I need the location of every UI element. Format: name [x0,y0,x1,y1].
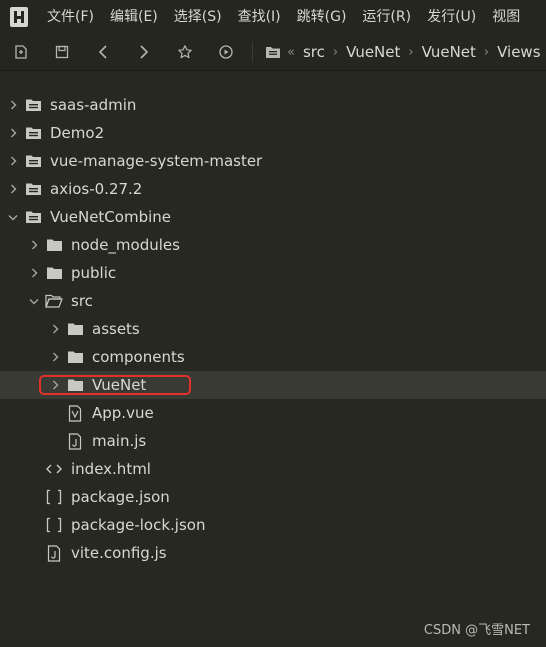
folder-open-icon [45,287,63,315]
menu-view[interactable]: 视图 [484,0,528,34]
folder-icon [45,231,63,259]
tree-item-vue-manage-system-master[interactable]: vue-manage-system-master [0,147,546,175]
breadcrumb-separator: › [483,44,490,60]
folder-icon [45,259,63,287]
folder-icon[interactable] [263,42,283,62]
tree-item-saas-admin[interactable]: saas-admin [0,91,546,119]
menu-run[interactable]: 运行(R) [354,0,419,34]
project-icon [24,175,42,203]
breadcrumb: « src › VueNet › VueNet › Views [263,34,545,70]
chevron-down-icon[interactable] [28,287,40,315]
star-icon[interactable] [164,34,205,70]
tree-item-public[interactable]: public [0,259,546,287]
tree-item-vuenetcombine[interactable]: VueNetCombine [0,203,546,231]
toolbar: « src › VueNet › VueNet › Views [0,34,546,71]
tree-item-app-vue[interactable]: App.vue [0,399,546,427]
tree-item-label: Demo2 [50,124,105,142]
menu-find[interactable]: 查找(I) [230,0,289,34]
tree-item-label: vue-manage-system-master [50,152,263,170]
tree-item-node-modules[interactable]: node_modules [0,231,546,259]
tree-item-label: VueNetCombine [50,208,171,226]
vue-file-icon [66,399,84,427]
tree-item-assets[interactable]: assets [0,315,546,343]
json-file-icon [45,511,63,539]
js-file-icon [45,539,63,567]
tree-item-demo2[interactable]: Demo2 [0,119,546,147]
project-icon [24,147,42,175]
tree-item-label: assets [92,320,140,338]
tree-item-label: public [71,264,117,282]
save-icon[interactable] [41,34,82,70]
tree-item-label: package-lock.json [71,516,206,534]
menu-goto[interactable]: 跳转(G) [289,0,355,34]
chevron-right-icon[interactable] [28,259,40,287]
tree-item-label: components [92,348,185,366]
project-tree: saas-admin Demo2 vue-manage-system-maste… [0,71,546,647]
breadcrumb-separator: « [287,44,295,60]
chevron-right-icon[interactable] [7,91,19,119]
tree-item-vite-config-js[interactable]: vite.config.js [0,539,546,567]
chevron-right-icon[interactable] [7,147,19,175]
breadcrumb-separator: › [408,44,414,60]
html-file-icon [45,455,63,483]
hbuilder-logo-icon [10,7,28,27]
tree-item-label: App.vue [92,404,154,422]
project-icon [24,91,42,119]
breadcrumb-item-src[interactable]: src [303,43,325,61]
js-file-icon [66,427,84,455]
chevron-right-icon[interactable] [7,175,19,203]
json-file-icon [45,483,63,511]
tree-item-package-lock-json[interactable]: package-lock.json [0,511,546,539]
tree-item-src[interactable]: src [0,287,546,315]
toolbar-divider [252,42,253,62]
watermark-text: CSDN @飞雪NET [423,623,530,638]
folder-icon [66,343,84,371]
new-file-icon[interactable] [0,34,41,70]
breadcrumb-item-vuenet-2[interactable]: VueNet [422,43,476,61]
chevron-right-icon[interactable] [28,231,40,259]
editor-window: 文件(F) 编辑(E) 选择(S) 查找(I) 跳转(G) 运行(R) 发行(U… [0,0,546,647]
breadcrumb-item-views[interactable]: Views [497,43,540,61]
tree-item-vuenet[interactable]: VueNet [0,371,546,399]
tree-item-components[interactable]: components [0,343,546,371]
tree-item-main-js[interactable]: main.js [0,427,546,455]
chevron-right-icon[interactable] [49,343,61,371]
forward-icon[interactable] [123,34,164,70]
tree-item-label: index.html [71,460,151,478]
project-icon [24,203,42,231]
tree-item-label: vite.config.js [71,544,167,562]
menu-edit[interactable]: 编辑(E) [102,0,166,34]
tree-item-index-html[interactable]: index.html [0,455,546,483]
chevron-down-icon[interactable] [7,203,19,231]
menu-bar: 文件(F) 编辑(E) 选择(S) 查找(I) 跳转(G) 运行(R) 发行(U… [0,0,546,34]
back-icon[interactable] [82,34,123,70]
run-icon[interactable] [205,34,246,70]
tree-item-label: node_modules [71,236,180,254]
tree-item-label: axios-0.27.2 [50,180,143,198]
tree-item-label: src [71,292,93,310]
tree-item-label: saas-admin [50,96,137,114]
menu-select[interactable]: 选择(S) [166,0,230,34]
breadcrumb-separator: › [332,44,339,60]
highlight-annotation [39,375,191,395]
chevron-right-icon[interactable] [49,315,61,343]
menu-file[interactable]: 文件(F) [38,0,102,34]
tree-item-axios[interactable]: axios-0.27.2 [0,175,546,203]
project-icon [24,119,42,147]
breadcrumb-item-vuenet[interactable]: VueNet [346,43,400,61]
menu-publish[interactable]: 发行(U) [419,0,484,34]
folder-icon [66,315,84,343]
tree-item-label: main.js [92,432,147,450]
tree-item-label: package.json [71,488,170,506]
chevron-right-icon[interactable] [7,119,19,147]
tree-item-package-json[interactable]: package.json [0,483,546,511]
